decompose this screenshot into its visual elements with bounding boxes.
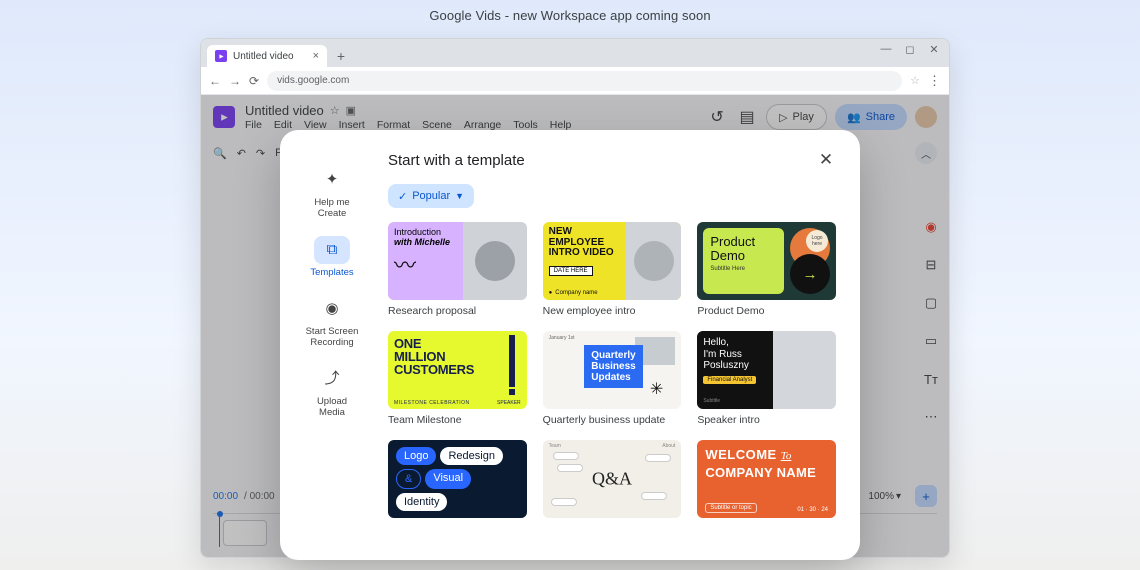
- check-icon: ✓: [398, 190, 407, 203]
- window-minimize-icon[interactable]: —: [879, 43, 893, 56]
- address-bar: ← → ⟳ vids.google.com ☆ ⋮: [201, 67, 949, 95]
- window-close-icon[interactable]: ✕: [927, 43, 941, 56]
- template-thumbnail: WELCOMETo COMPANY NAME Subtitle or topic…: [697, 440, 836, 518]
- vids-favicon: [215, 50, 227, 62]
- modal-title: Start with a template: [388, 152, 525, 169]
- tab-close-icon[interactable]: ×: [313, 50, 319, 62]
- nav-forward-icon[interactable]: →: [229, 74, 241, 88]
- sidebar-item-templates[interactable]: ⧉ Templates: [310, 236, 353, 279]
- window-controls: — ◻ ✕: [879, 43, 941, 56]
- modal-sidebar: ✦ Help me Create ⧉ Templates ◉ Start Scr…: [280, 130, 384, 560]
- chevron-down-icon: ▼: [455, 191, 464, 201]
- templates-icon: ⧉: [314, 236, 350, 264]
- sidebar-item-help-me-create[interactable]: ✦ Help me Create: [314, 166, 350, 220]
- template-card-research-proposal[interactable]: Introductionwith Michelle〰 Research prop…: [388, 222, 527, 317]
- template-thumbnail: TeamAbout Q&A: [543, 440, 682, 518]
- browser-menu-icon[interactable]: ⋮: [928, 73, 941, 89]
- template-card-quarterly-business-update[interactable]: January 1st Quarterly Business Updates ✳…: [543, 331, 682, 426]
- url-field[interactable]: vids.google.com: [267, 71, 902, 91]
- tab-title: Untitled video: [233, 51, 294, 62]
- template-card-welcome-company[interactable]: WELCOMETo COMPANY NAME Subtitle or topic…: [697, 440, 836, 518]
- template-card-logo-redesign[interactable]: Logo Redesign & Visual Identity: [388, 440, 527, 518]
- template-thumbnail: NEW EMPLOYEE INTRO VIDEO DATE HERE Compa…: [543, 222, 682, 300]
- template-card-team-milestone[interactable]: ONE MILLION CUSTOMERS MILESTONE CELEBRAT…: [388, 331, 527, 426]
- nav-back-icon[interactable]: ←: [209, 74, 221, 88]
- template-thumbnail: Product DemoSubtitle Here → Logo here: [697, 222, 836, 300]
- template-label: Team Milestone: [388, 414, 527, 426]
- template-label: New employee intro: [543, 305, 682, 317]
- template-card-qa[interactable]: TeamAbout Q&A: [543, 440, 682, 518]
- template-label: Speaker intro: [697, 414, 836, 426]
- sidebar-item-screen-recording[interactable]: ◉ Start Screen Recording: [306, 295, 359, 349]
- upload-icon: ⤴: [314, 365, 350, 393]
- sparkle-icon: ✦: [314, 166, 350, 194]
- template-card-new-employee-intro[interactable]: NEW EMPLOYEE INTRO VIDEO DATE HERE Compa…: [543, 222, 682, 317]
- new-tab-button[interactable]: +: [331, 46, 351, 66]
- promo-banner: Google Vids - new Workspace app coming s…: [0, 0, 1140, 23]
- template-card-product-demo[interactable]: Product DemoSubtitle Here → Logo here Pr…: [697, 222, 836, 317]
- modal-close-button[interactable]: ✕: [812, 146, 840, 174]
- template-thumbnail: Introductionwith Michelle〰: [388, 222, 527, 300]
- filter-chip-popular[interactable]: ✓ Popular ▼: [388, 184, 474, 208]
- template-label: Product Demo: [697, 305, 836, 317]
- template-grid: Introductionwith Michelle〰 Research prop…: [388, 222, 840, 522]
- window-maximize-icon[interactable]: ◻: [903, 43, 917, 56]
- nav-reload-icon[interactable]: ⟳: [249, 74, 259, 88]
- bookmark-star-icon[interactable]: ☆: [910, 74, 920, 87]
- close-icon: ✕: [819, 150, 833, 170]
- template-thumbnail: Logo Redesign & Visual Identity: [388, 440, 527, 518]
- browser-tab[interactable]: Untitled video ×: [207, 45, 327, 67]
- tab-strip: Untitled video × + — ◻ ✕: [201, 39, 949, 67]
- template-label: Quarterly business update: [543, 414, 682, 426]
- template-thumbnail: ONE MILLION CUSTOMERS MILESTONE CELEBRAT…: [388, 331, 527, 409]
- template-thumbnail: Hello, I'm Russ PoslusznyFinancial Analy…: [697, 331, 836, 409]
- record-circle-icon: ◉: [314, 295, 350, 323]
- sidebar-item-upload-media[interactable]: ⤴ Upload Media: [314, 365, 350, 419]
- template-modal: ✦ Help me Create ⧉ Templates ◉ Start Scr…: [280, 130, 860, 560]
- template-thumbnail: January 1st Quarterly Business Updates ✳: [543, 331, 682, 409]
- template-label: Research proposal: [388, 305, 527, 317]
- template-card-speaker-intro[interactable]: Hello, I'm Russ PoslusznyFinancial Analy…: [697, 331, 836, 426]
